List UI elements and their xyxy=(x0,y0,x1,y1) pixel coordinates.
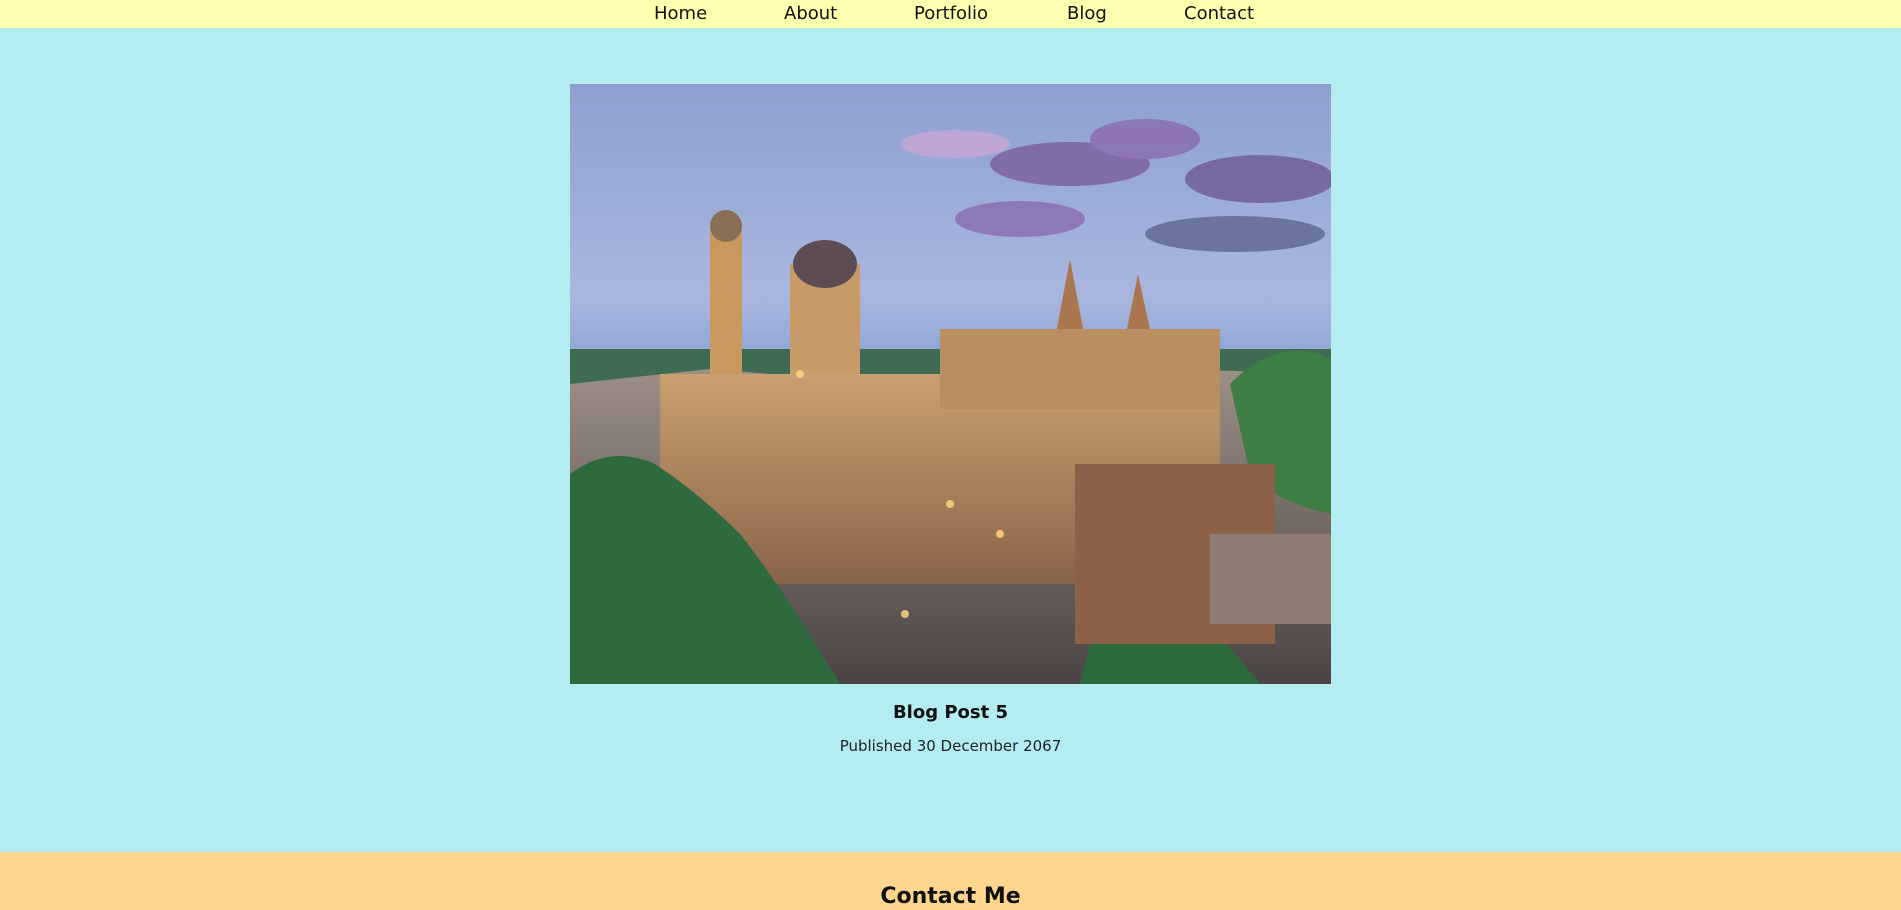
nav-link-portfolio[interactable]: Portfolio xyxy=(914,0,988,28)
top-navigation: Home About Portfolio Blog Contact xyxy=(0,0,1901,28)
nav-link-contact[interactable]: Contact xyxy=(1184,0,1254,28)
nav-link-blog[interactable]: Blog xyxy=(1067,0,1107,28)
blog-post-card: Blog Post 5 Published 30 December 2067 xyxy=(570,84,1331,755)
blog-post-date: Published 30 December 2067 xyxy=(839,737,1062,755)
blog-post-image[interactable] xyxy=(570,84,1331,684)
contact-footer: Contact Me xyxy=(0,852,1901,910)
nav-link-home[interactable]: Home xyxy=(654,0,707,28)
nav-link-about[interactable]: About xyxy=(784,0,837,28)
blog-post-title[interactable]: Blog Post 5 xyxy=(570,702,1331,723)
contact-heading: Contact Me xyxy=(880,884,1021,909)
